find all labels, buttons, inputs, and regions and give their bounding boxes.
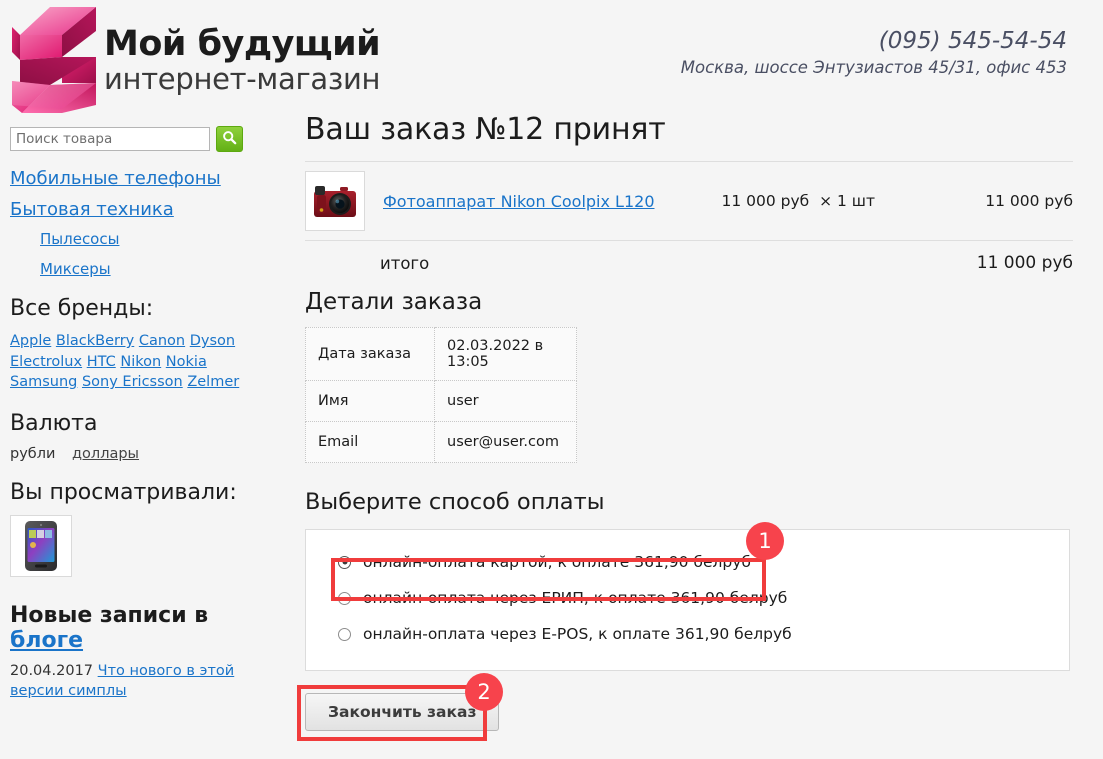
sidebar-item-home-appliances[interactable]: Бытовая техника: [10, 199, 280, 220]
header-contacts: (095) 545-54-54 Москва, шоссе Энтузиасто…: [681, 28, 1067, 77]
order-total-label: итого: [380, 253, 430, 273]
s-logo-icon: [10, 5, 98, 115]
viewed-product-thumbnail[interactable]: [10, 514, 72, 577]
payment-options-group: онлайн-оплата картой, к оплате 361,90 бе…: [305, 522, 1070, 671]
sidebar-item-vacuum-cleaners[interactable]: Пылесосы: [40, 230, 280, 248]
annotation-badge-1: 1: [746, 522, 784, 560]
payment-option-epos-label: онлайн-оплата через E-POS, к оплате 361,…: [363, 625, 792, 643]
blog-heading: Новые записи в блоге: [10, 603, 280, 653]
order-details-table: Дата заказа 02.03.2022 в 13:05 Имя user …: [305, 327, 577, 463]
payment-option-card-label: онлайн-оплата картой, к оплате 361,90 бе…: [363, 553, 751, 571]
blog-heading-prefix: Новые записи в: [10, 602, 209, 628]
logo-line-1: Мой будущий: [104, 23, 381, 64]
payment-option-erip[interactable]: онлайн-оплата через ЕРИП, к оплате 361,9…: [306, 580, 1069, 616]
search-icon: [222, 130, 237, 148]
brand-link-samsung[interactable]: Samsung: [10, 374, 77, 390]
payment-option-card[interactable]: онлайн-оплата картой, к оплате 361,90 бе…: [306, 544, 1069, 580]
product-unit-price: 11 000 руб × 1 шт: [721, 192, 875, 210]
detail-value-name: user: [434, 380, 577, 422]
detail-value-order-date: 02.03.2022 в 13:05: [434, 327, 577, 381]
order-details-heading: Детали заказа: [305, 289, 483, 315]
brand-link-electrolux[interactable]: Electrolux: [10, 354, 82, 370]
detail-key-name: Имя: [305, 380, 435, 422]
search-input[interactable]: [10, 127, 210, 151]
quantity-value: × 1 шт: [819, 192, 875, 210]
phone-number: (095) 545-54-54: [878, 28, 1067, 54]
product-line-total: 11 000 руб: [985, 192, 1073, 210]
order-item-row: Фотоаппарат Nikon Coolpix L120 11 000 ру…: [305, 162, 1073, 240]
payment-option-epos[interactable]: онлайн-оплата через E-POS, к оплате 361,…: [306, 616, 1069, 652]
logo-line-2: интернет-магазин: [104, 61, 381, 96]
site-header: Мой будущий интернет-магазин (095) 545-5…: [0, 0, 1103, 118]
currency-dollars[interactable]: доллары: [72, 446, 139, 462]
order-total-value: 11 000 руб: [976, 253, 1073, 273]
detail-value-email: user@user.com: [434, 421, 577, 463]
currency-rubles: рубли: [10, 445, 56, 462]
page-title: Ваш заказ №12 принят: [305, 112, 666, 147]
brand-link-dyson[interactable]: Dyson: [190, 333, 235, 349]
brand-link-htc[interactable]: HTC: [87, 354, 116, 370]
payment-option-erip-label: онлайн-оплата через ЕРИП, к оплате 361,9…: [363, 589, 788, 607]
brand-link-nikon[interactable]: Nikon: [120, 354, 161, 370]
product-thumbnail[interactable]: [305, 171, 365, 231]
currency-switcher: рубли доллары: [10, 446, 280, 462]
blog-entry: 20.04.2017 Что нового в этой версии симп…: [10, 661, 275, 702]
category-nav: Мобильные телефоны Бытовая техника Пылес…: [10, 168, 280, 278]
payment-heading: Выберите способ оплаты: [305, 489, 605, 515]
main-content: Ваш заказ №12 принят Фотоаппарат Nikon C…: [297, 112, 1073, 741]
brand-link-sony-ericsson[interactable]: Sony Ericsson: [82, 374, 183, 390]
store-address: Москва, шоссе Энтузиастов 45/31, офис 45…: [680, 58, 1067, 77]
order-total-row: итого 11 000 руб: [305, 241, 1073, 281]
brand-links: Apple BlackBerry Canon Dyson Electrolux …: [10, 331, 268, 393]
table-row: Имя user: [305, 380, 577, 422]
blog-link[interactable]: блоге: [10, 628, 83, 653]
blog-entry-date: 20.04.2017: [10, 662, 94, 679]
brand-link-nokia[interactable]: Nokia: [166, 354, 207, 370]
brand-link-blackberry[interactable]: BlackBerry: [56, 333, 134, 349]
brands-heading: Все бренды:: [10, 296, 154, 321]
site-logo[interactable]: Мой будущий интернет-магазин: [10, 5, 381, 115]
sidebar-item-mixers[interactable]: Миксеры: [40, 260, 280, 278]
viewed-heading: Вы просматривали:: [10, 479, 237, 505]
brand-link-canon[interactable]: Canon: [139, 333, 185, 349]
logo-wordmark: Мой будущий интернет-магазин: [104, 23, 381, 96]
detail-key-order-date: Дата заказа: [305, 327, 435, 381]
radio-icon[interactable]: [338, 627, 351, 641]
currency-heading: Валюта: [10, 410, 98, 436]
finish-order-area: Закончить заказ 2: [297, 673, 505, 741]
radio-icon[interactable]: [338, 555, 351, 569]
search-form: [10, 126, 280, 152]
brand-link-apple[interactable]: Apple: [10, 333, 51, 349]
detail-key-email: Email: [305, 421, 435, 463]
radio-icon[interactable]: [338, 591, 351, 605]
sidebar: Мобильные телефоны Бытовая техника Пылес…: [0, 118, 290, 702]
table-row: Email user@user.com: [305, 421, 577, 463]
search-button[interactable]: [216, 126, 243, 152]
product-name-link[interactable]: Фотоаппарат Nikon Coolpix L120: [383, 192, 721, 211]
unit-price-value: 11 000 руб: [721, 192, 810, 210]
annotation-badge-2: 2: [465, 673, 503, 711]
table-row: Дата заказа 02.03.2022 в 13:05: [305, 327, 577, 381]
sidebar-item-mobile-phones[interactable]: Мобильные телефоны: [10, 168, 280, 189]
brand-link-zelmer[interactable]: Zelmer: [187, 374, 239, 390]
